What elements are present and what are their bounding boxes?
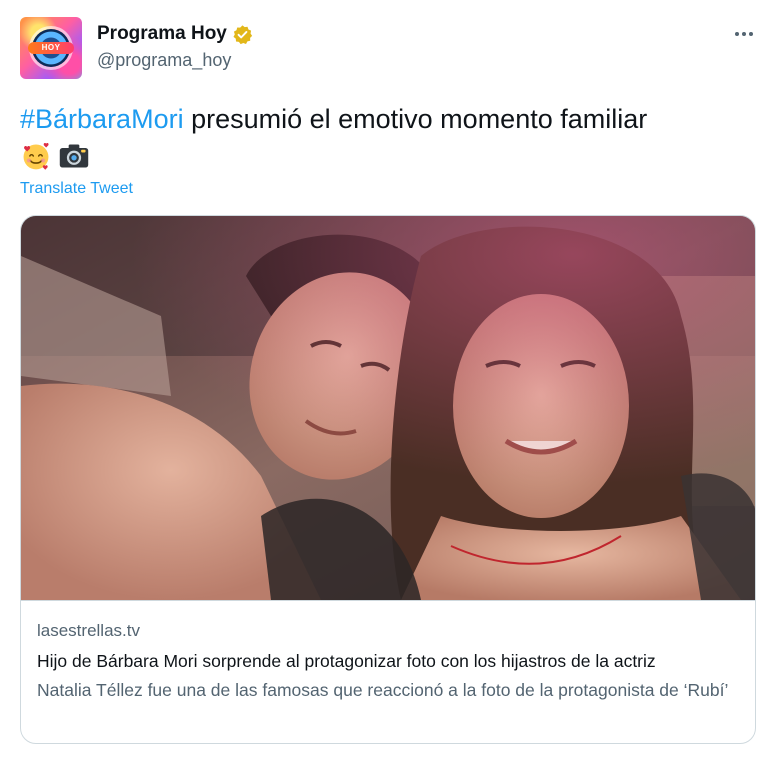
emoji-row: [20, 138, 90, 174]
author-handle[interactable]: @programa_hoy: [97, 50, 231, 71]
link-card[interactable]: lasestrellas.tv Hijo de Bárbara Mori sor…: [20, 215, 756, 744]
camera-with-flash-icon: [59, 144, 89, 168]
card-domain: lasestrellas.tv: [37, 621, 140, 640]
avatar[interactable]: HOY: [20, 17, 82, 79]
display-name[interactable]: Programa Hoy: [97, 23, 227, 45]
card-title: Hijo de Bárbara Mori sorprende al protag…: [37, 651, 656, 671]
avatar-logo: HOY: [28, 42, 74, 54]
tweet-text: #BárbaraMori presumió el emotivo momento…: [20, 101, 750, 138]
smiling-face-with-hearts-icon: [23, 143, 49, 170]
author-name-row[interactable]: Programa Hoy: [97, 22, 253, 46]
verified-badge-icon: [233, 24, 252, 44]
tweet: HOY Programa Hoy @programa_hoy #BárbaraM…: [0, 0, 768, 761]
card-description: Natalia Téllez fue una de las famosas qu…: [37, 680, 729, 700]
card-image[interactable]: [21, 216, 756, 600]
tweet-body: presumió el emotivo momento familiar: [183, 104, 648, 134]
more-options-icon[interactable]: [734, 24, 754, 44]
hashtag-link[interactable]: #BárbaraMori: [20, 104, 184, 134]
card-divider: [21, 600, 755, 601]
translate-tweet-link[interactable]: Translate Tweet: [20, 180, 133, 198]
